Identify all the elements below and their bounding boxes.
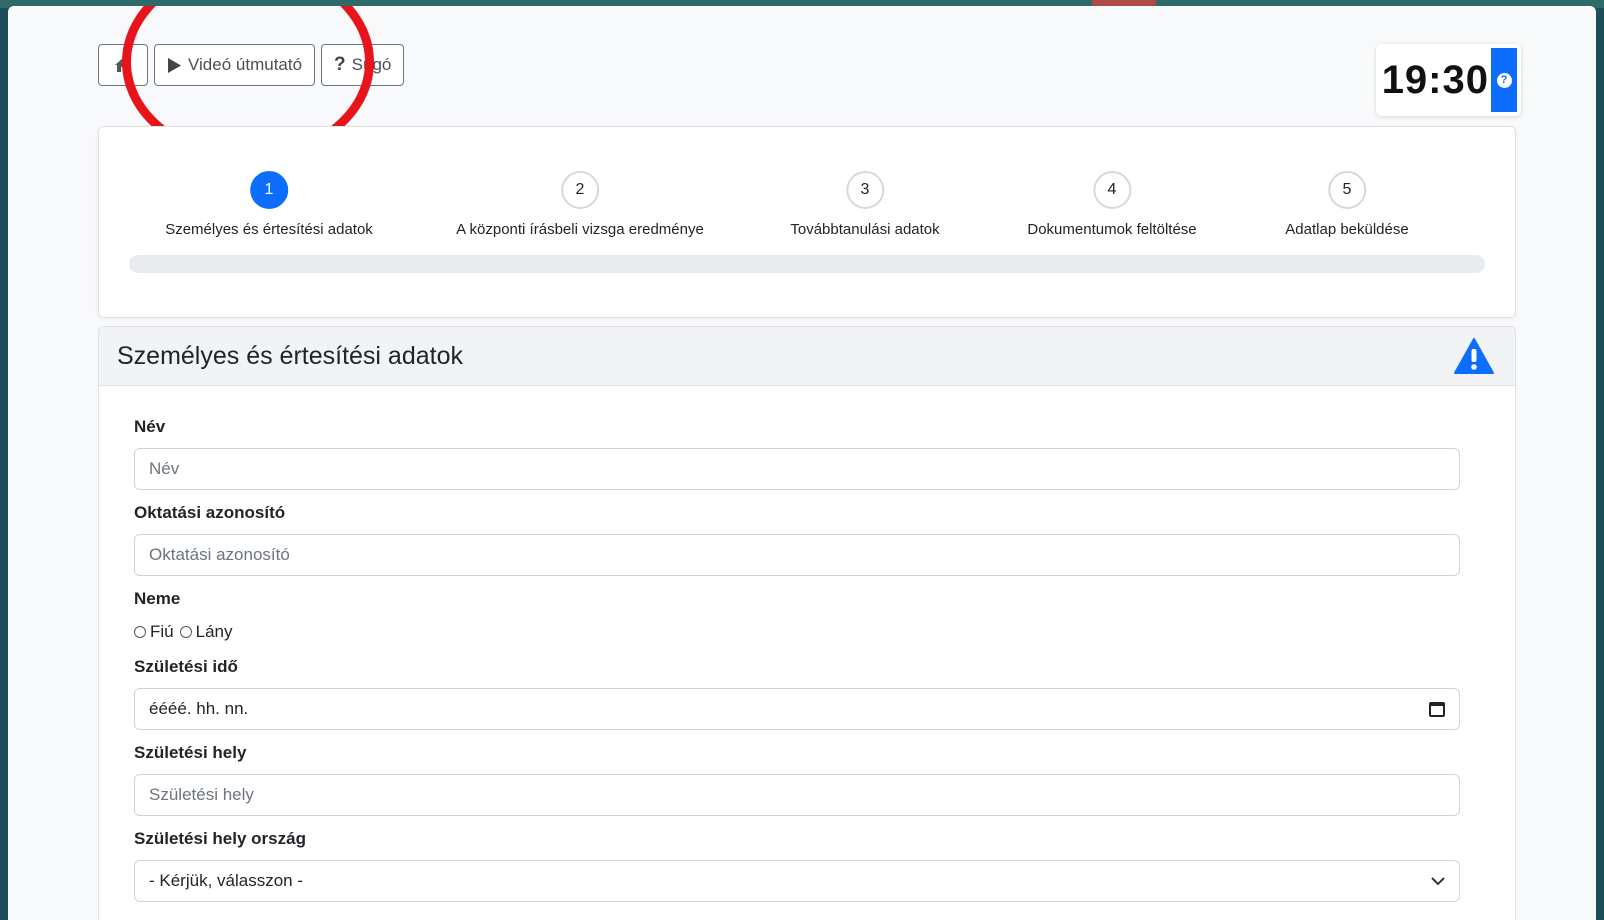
- gender-label: Neme: [134, 589, 181, 608]
- home-icon: [115, 58, 131, 72]
- step-3-number: 3: [846, 171, 884, 209]
- gender-boy-radio[interactable]: [134, 626, 146, 638]
- step-5-number: 5: [1328, 171, 1366, 209]
- form-header: Személyes és értesítési adatok: [99, 327, 1515, 386]
- step-2-number: 2: [560, 171, 599, 209]
- progress-bar: [129, 255, 1485, 273]
- birth-country-select[interactable]: - Kérjük, válasszon -: [134, 860, 1460, 902]
- help-button[interactable]: ? Súgó: [321, 44, 405, 86]
- step-4-label: Dokumentumok feltöltése: [1027, 221, 1197, 238]
- video-guide-label: Videó útmutató: [188, 55, 303, 74]
- form-body: Név Oktatási azonosító Neme Fiú Lány Szü…: [99, 386, 1515, 902]
- edu-id-input[interactable]: [134, 534, 1460, 576]
- chevron-down-icon: [1431, 876, 1445, 885]
- step-3[interactable]: 3 Továbbtanulási adatok: [790, 171, 940, 238]
- gender-girl-radio[interactable]: [179, 626, 192, 638]
- form-title: Személyes és értesítési adatok: [117, 341, 463, 370]
- application-page: Videó útmutató ? Súgó 19:30 ? 1 Személye…: [8, 6, 1596, 920]
- home-button[interactable]: [98, 44, 148, 86]
- help-label: Súgó: [351, 55, 392, 74]
- birth-place-label: Születési hely: [134, 743, 247, 762]
- timer-value: 19:30: [1381, 57, 1489, 102]
- step-5-label: Adatlap beküldése: [1285, 221, 1409, 238]
- calendar-icon[interactable]: [1429, 701, 1445, 717]
- step-1-label: Személyes és értesítési adatok: [165, 221, 373, 238]
- session-timer: 19:30 ?: [1376, 44, 1521, 116]
- gender-option-boy[interactable]: Fiú: [134, 622, 174, 642]
- timer-help-button[interactable]: ?: [1491, 48, 1517, 112]
- step-1[interactable]: 1 Személyes és értesítési adatok: [165, 171, 373, 238]
- birth-place-input[interactable]: [134, 774, 1460, 816]
- gender-option-girl[interactable]: Lány: [179, 622, 233, 642]
- play-icon: [168, 57, 181, 73]
- step-4[interactable]: 4 Dokumentumok feltöltése: [1027, 171, 1197, 238]
- birth-country-label: Születési hely ország: [134, 829, 306, 848]
- step-2-label: A központi írásbeli vizsga eredménye: [456, 221, 704, 238]
- video-guide-button[interactable]: Videó útmutató: [154, 44, 316, 86]
- name-label: Név: [134, 417, 166, 436]
- steps-card: 1 Személyes és értesítési adatok 2 A köz…: [98, 126, 1516, 318]
- birth-date-input[interactable]: éééé. hh. nn.: [134, 688, 1460, 730]
- step-4-number: 4: [1093, 171, 1131, 209]
- question-circle-icon: ?: [1496, 72, 1512, 88]
- gender-girl-label: Lány: [195, 622, 233, 641]
- gender-boy-label: Fiú: [150, 622, 174, 641]
- warning-triangle-icon: [1454, 338, 1494, 374]
- step-1-number: 1: [249, 171, 288, 209]
- toolbar: Videó útmutató ? Súgó: [98, 44, 405, 86]
- step-2[interactable]: 2 A központi írásbeli vizsga eredménye: [456, 171, 704, 238]
- birth-country-selected: - Kérjük, válasszon -: [149, 871, 303, 890]
- question-icon: ?: [334, 54, 346, 75]
- edu-id-label: Oktatási azonosító: [134, 503, 286, 522]
- name-input[interactable]: [134, 448, 1460, 490]
- personal-data-form: Személyes és értesítési adatok Név Oktat…: [98, 326, 1516, 920]
- birth-date-placeholder: éééé. hh. nn.: [149, 699, 249, 718]
- birth-date-label: Születési idő: [134, 657, 238, 676]
- step-3-label: Továbbtanulási adatok: [790, 221, 940, 238]
- step-5[interactable]: 5 Adatlap beküldése: [1285, 171, 1409, 238]
- gender-radio-group: Fiú Lány: [134, 620, 1480, 644]
